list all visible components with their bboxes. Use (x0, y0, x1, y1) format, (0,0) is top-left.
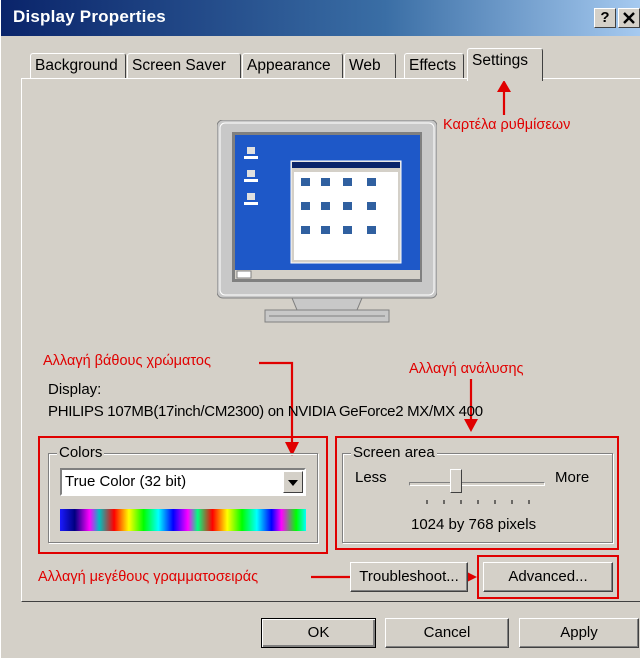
colors-group-label: Colors (57, 444, 105, 461)
annotation-font-size: Αλλαγή μεγέθους γραμματοσειράς (38, 569, 259, 585)
ok-button[interactable]: OK (261, 618, 376, 648)
annotation-color-depth: Αλλαγή βάθους χρώματος (43, 353, 211, 369)
annotation-resolution: Αλλαγή ανάλυσης (409, 361, 524, 377)
color-depth-dropdown-button[interactable] (283, 471, 303, 493)
screen-area-more: More (555, 469, 590, 486)
resolution-text: 1024 by 768 pixels (411, 516, 537, 533)
display-properties-window: Display Properties ? Background Screen S… (0, 0, 640, 658)
slider-track (409, 482, 545, 486)
chevron-down-icon (288, 480, 298, 486)
apply-button[interactable]: Apply (519, 618, 639, 648)
tab-settings[interactable]: Settings (467, 48, 543, 81)
advanced-button[interactable]: Advanced... (483, 562, 613, 592)
color-depth-select[interactable]: True Color (32 bit) (60, 468, 306, 496)
screen-area-group-label: Screen area (351, 444, 437, 461)
troubleshoot-button[interactable]: Troubleshoot... (350, 562, 468, 592)
slider-thumb[interactable] (450, 469, 462, 493)
slider-ticks (426, 500, 530, 504)
cancel-button[interactable]: Cancel (385, 618, 509, 648)
resolution-slider[interactable] (409, 469, 545, 512)
color-spectrum-preview (60, 509, 306, 531)
screen-area-less: Less (355, 469, 387, 486)
display-device: PHILIPS 107MB(17inch/CM2300) on NVIDIA G… (48, 403, 483, 420)
color-depth-value: True Color (32 bit) (65, 473, 187, 490)
annotation-settings-tab: Καρτέλα ρυθμίσεων (443, 117, 571, 133)
display-label: Display: (48, 381, 102, 398)
